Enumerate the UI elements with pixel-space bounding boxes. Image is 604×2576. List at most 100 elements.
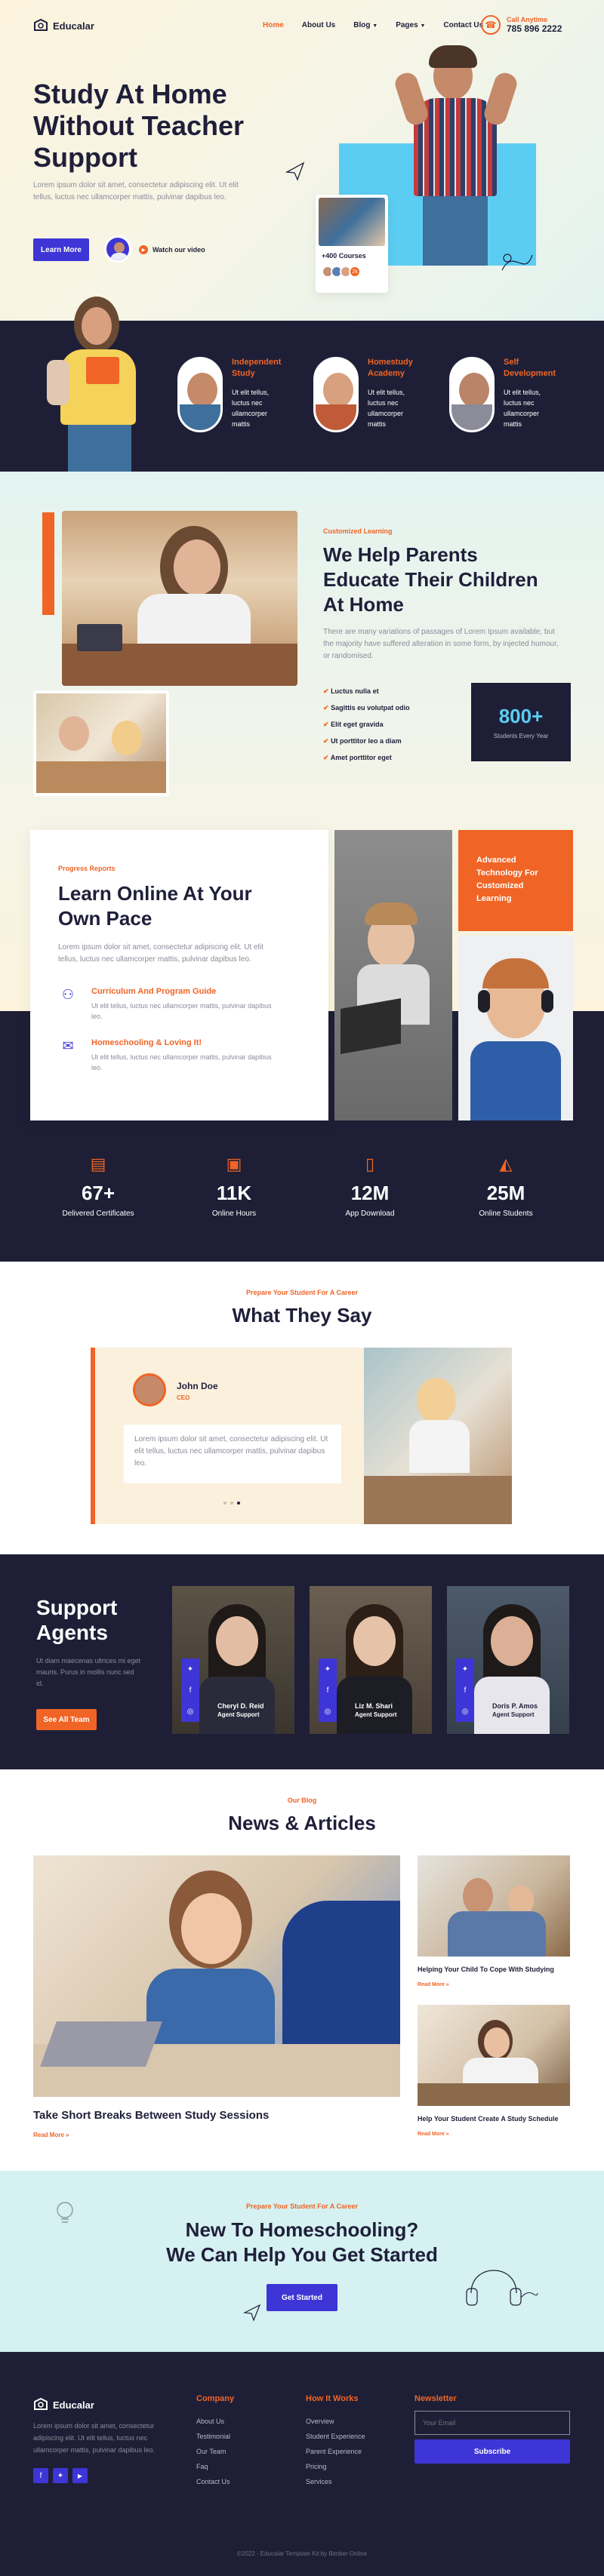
learn-title-line: Learn Online At Your [58,882,252,905]
newsletter-email-input[interactable] [414,2411,570,2435]
hero-student-image [392,45,520,266]
testimonial-quote-box: Lorem ipsum dolor sit amet, consectetur … [124,1425,341,1483]
instagram-icon[interactable]: ◎ [187,1708,194,1716]
footer-col-title: How It Works [306,2394,359,2403]
nav-blog[interactable]: Blog ▼ [353,21,378,29]
learn-item-title: Homeschooling & Loving It! [91,1038,202,1047]
testimonial-image [364,1348,512,1524]
agent-role: Agent Support [355,1711,397,1718]
instagram-icon[interactable]: ◎ [462,1708,469,1716]
logo[interactable]: Educalar [33,18,94,33]
learn-tag: Progress Reports [58,865,116,872]
agent-card: ✦ f ◎ Liz M. Shari Agent Support [310,1586,432,1734]
blog-main-image[interactable] [33,1855,400,2097]
nav-about[interactable]: About Us [302,21,335,29]
footer-company: Company About Us Testimonial Our Team Fa… [196,2394,234,2489]
footer-link[interactable]: Testimonial [196,2429,234,2444]
nav-contact[interactable]: Contact Us [443,21,483,29]
footer-link[interactable]: About Us [196,2414,234,2429]
agent-name: Liz M. Shari [355,1702,393,1710]
blog-side-read-more[interactable]: Read More » [418,2132,449,2137]
learn-more-button[interactable]: Learn More [33,238,89,261]
check-item-label: Amet porttitor eget [330,754,392,761]
footer-link[interactable]: Contact Us [196,2474,234,2489]
call-box[interactable]: ☎ Call Anytime 785 896 2222 [481,15,562,35]
blog-side-image[interactable] [418,2005,570,2106]
students-stat-value: 800+ [498,705,544,727]
blog-side-read-more[interactable]: Read More » [418,1982,449,1987]
footer: Educalar Lorem ipsum dolor sit amet, con… [0,2352,604,2576]
youtube-icon[interactable]: ▶ [72,2468,88,2483]
footer-link[interactable]: Student Experience [306,2429,365,2444]
feature-title: Homestudy Academy [368,358,413,378]
twitter-icon[interactable]: ✦ [53,2468,68,2483]
blog-main-title[interactable]: Take Short Breaks Between Study Sessions [33,2109,269,2122]
footer-link[interactable]: Faq [196,2459,234,2474]
learn-title-line: Own Pace [58,907,153,930]
footer-link[interactable]: Parent Experience [306,2444,365,2459]
get-started-button[interactable]: Get Started [267,2284,337,2311]
footer-copyright: ©2022 - Educalar Template Kit by Bimber … [236,2550,368,2557]
slider-dot[interactable] [223,1502,226,1505]
footer-link[interactable]: Services [306,2474,365,2489]
facebook-icon[interactable]: f [190,1686,192,1695]
graduation-cap-icon: ◭ [499,1154,513,1173]
facebook-icon[interactable]: f [327,1686,329,1695]
about-title-line: We Help Parents [323,543,478,566]
cta-title-line: We Can Help You Get Started [166,2243,438,2266]
footer-link[interactable]: Pricing [306,2459,365,2474]
stat-label: Delivered Certificates [62,1210,134,1218]
watch-video-link[interactable]: ▶ Watch our video [139,245,205,254]
social-bar: ✦ f ◎ [181,1658,199,1722]
footer-link[interactable]: Our Team [196,2444,234,2459]
stat-item: ▤ 67+ Delivered Certificates [38,1154,159,1237]
instagram-icon[interactable]: ◎ [325,1708,331,1716]
blog-side-title[interactable]: Help Your Student Create A Study Schedul… [418,2115,576,2123]
nav-home[interactable]: Home [263,21,284,29]
orange-bar [42,512,54,615]
nav-pages[interactable]: Pages ▼ [396,21,425,29]
twitter-icon[interactable]: ✦ [325,1665,331,1674]
subscribe-button[interactable]: Subscribe [414,2439,570,2464]
blog-main-read-more[interactable]: Read More » [33,2132,69,2138]
slider-dot[interactable] [230,1502,233,1505]
students-stat-card: 800+ Students Every Year [471,683,571,761]
see-all-team-button[interactable]: See All Team [36,1709,97,1730]
watch-video-label: Watch our video [153,246,205,254]
facebook-icon[interactable]: f [464,1686,467,1695]
courses-card: +400 Courses 2k [316,195,388,293]
about-small-image [33,690,169,796]
video-avatar[interactable] [104,235,131,263]
avatar-more: 2k [349,266,361,278]
play-icon: ▶ [139,245,148,254]
hero-section: Educalar Home About Us Blog ▼ Pages ▼ Co… [0,0,604,321]
check-item: ✔ Sagittis eu volutpat odio [323,699,410,716]
footer-logo[interactable]: Educalar [33,2397,94,2412]
about-title: We Help Parents Educate Their Children A… [323,543,538,617]
stat-value: 12M [350,1182,390,1204]
agent-role: Agent Support [217,1711,260,1718]
learn-item-desc: Ut elit tellus, luctus nec ullamcorper m… [91,1002,272,1020]
check-icon: ✔ [323,721,329,728]
twitter-icon[interactable]: ✦ [462,1665,468,1674]
footer-link[interactable]: Overview [306,2414,365,2429]
facebook-icon[interactable]: f [33,2468,48,2483]
stats-row: ▤ 67+ Delivered Certificates ▣ 11K Onlin… [30,1154,574,1237]
feature-desc: Ut elit tellus, luctus nec ullamcorper m… [504,389,541,428]
agent-role: Agent Support [492,1711,535,1718]
blog-side-image[interactable] [418,1855,570,1957]
blog-tag: Our Blog [287,1797,317,1804]
learn-card: Progress Reports Learn Online At Your Ow… [30,830,328,1120]
cta-title: New To Homeschooling? We Can Help You Ge… [0,2218,604,2267]
slider-dots [223,1502,240,1505]
feature-desc: Ut elit tellus, luctus nec ullamcorper m… [232,389,270,428]
feature-title: Independent Study [232,358,282,378]
blog-side-title[interactable]: Helping Your Child To Cope With Studying [418,1966,576,1973]
slider-dot[interactable] [237,1502,240,1505]
about-tag: Customized Learning [323,527,393,535]
certificate-icon: ▤ [90,1154,106,1173]
learn-title: Learn Online At Your Own Pace [58,881,252,931]
chat-icon: ✉ [62,1038,74,1053]
cta-tag: Prepare Your Student For A Career [245,2203,359,2210]
twitter-icon[interactable]: ✦ [187,1665,193,1674]
